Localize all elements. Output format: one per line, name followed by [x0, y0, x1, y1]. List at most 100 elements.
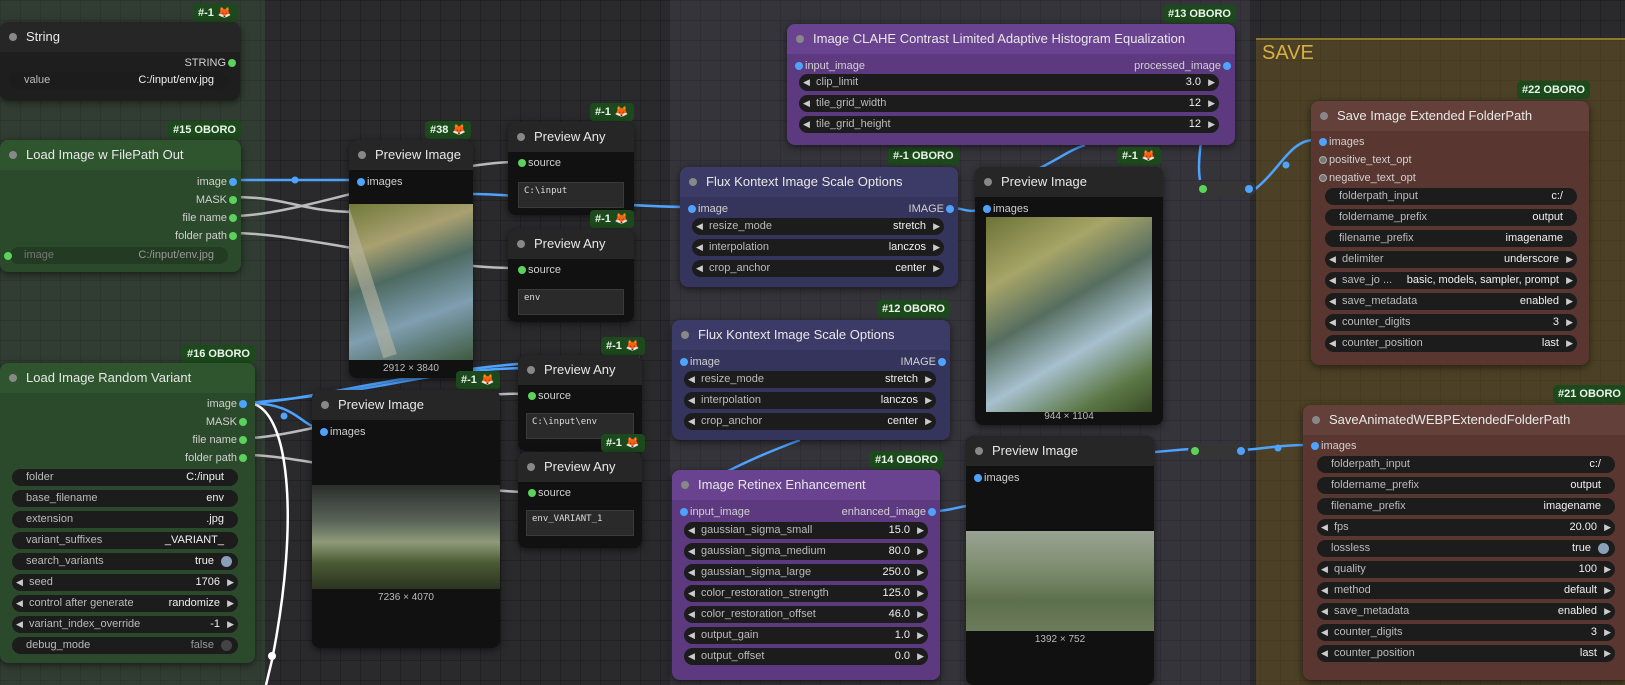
widget-interpolation[interactable]: ◀ interpolation lanczos ▶	[684, 392, 936, 409]
widget-save-metadata[interactable]: ◀ save_metadata enabled ▶	[1325, 293, 1577, 310]
widget-resize-mode[interactable]: ◀ resize_mode stretch ▶	[692, 218, 944, 235]
widget-save-metadata[interactable]: ◀ save_metadata enabled ▶	[1317, 603, 1615, 620]
output-image[interactable]: IMAGE	[856, 353, 946, 371]
output-string[interactable]: STRING	[146, 54, 236, 72]
preview-text-area[interactable]: env	[518, 289, 624, 315]
preview-image-node[interactable]: Preview Image images 944 × 1104	[975, 167, 1163, 425]
widget-counter-digits[interactable]: ◀ counter_digits 3 ▶	[1317, 624, 1615, 641]
widget-base-filename[interactable]: base_filename env	[12, 490, 238, 507]
widget-control-after-generate[interactable]: ◀ control after generate randomize ▶	[12, 595, 238, 612]
output-file-name[interactable]: file name	[137, 209, 237, 227]
widget-save-job-data[interactable]: ◀ save_jo ... basic, models, sampler, prom…	[1325, 272, 1577, 289]
preview-any-node[interactable]: Preview Any source env_VARIANT_1	[518, 452, 642, 548]
preview-image-node[interactable]: Preview Image images 1392 × 752	[966, 436, 1154, 685]
preview-image-node[interactable]: Preview Image images 7236 × 4070	[312, 390, 500, 648]
widget-crop-anchor[interactable]: ◀ crop_anchor center ▶	[692, 260, 944, 277]
widget-color-restoration-offset[interactable]: ◀ color_restoration_offset 46.0 ▶	[684, 606, 928, 623]
retinex-enhancement-node[interactable]: Image Retinex Enhancement input_image en…	[672, 470, 940, 680]
clahe-node[interactable]: Image CLAHE Contrast Limited Adaptive Hi…	[787, 24, 1235, 145]
preview-any-node[interactable]: Preview Any source C:\input	[508, 122, 634, 215]
toggle-lossless[interactable]: lossless true	[1317, 540, 1615, 557]
collapse-dot-icon[interactable]	[9, 33, 17, 41]
widget-resize-mode[interactable]: ◀ resize_mode stretch ▶	[684, 371, 936, 388]
decrement-arrow-icon[interactable]: ◀	[16, 574, 23, 591]
widget-folderpath-input[interactable]: folderpath_input c:/	[1317, 456, 1615, 473]
toggle-search-variants[interactable]: search_variants true	[12, 553, 238, 570]
widget-filename-prefix[interactable]: filename_prefix imagename	[1317, 498, 1615, 515]
output-mask[interactable]: MASK	[137, 191, 237, 209]
input-images[interactable]: images	[974, 469, 1019, 487]
increment-arrow-icon[interactable]: ▶	[227, 574, 234, 591]
input-image[interactable]: image	[688, 200, 728, 218]
toggle-debug-mode[interactable]: debug_mode false	[12, 637, 238, 654]
load-image-filepath-node[interactable]: Load Image w FilePath Out image MASK fil…	[0, 140, 241, 272]
widget-foldername-prefix[interactable]: foldername_prefix output	[1317, 477, 1615, 494]
widget-variant-index-override[interactable]: ◀ variant_index_override -1 ▶	[12, 616, 238, 633]
widget-value[interactable]: value C:/input/env.jpg	[10, 72, 228, 89]
widget-output-gain[interactable]: ◀ output_gain 1.0 ▶	[684, 627, 928, 644]
preview-image-node[interactable]: Preview Image images 2912 × 3840	[349, 140, 473, 378]
preview-any-node[interactable]: Preview Any source env	[508, 229, 634, 322]
input-images[interactable]: images	[357, 173, 402, 191]
input-image[interactable]: input_image	[795, 57, 865, 75]
widget-extension[interactable]: extension .jpg	[12, 511, 238, 528]
image-dimensions: 2912 × 3840	[383, 363, 439, 374]
input-negative-text[interactable]: negative_text_opt	[1319, 169, 1416, 187]
input-images[interactable]: images	[320, 423, 365, 441]
widget-tile-grid-width[interactable]: ◀ tile_grid_width 12 ▶	[799, 95, 1219, 112]
widget-tile-grid-height[interactable]: ◀ tile_grid_height 12 ▶	[799, 116, 1219, 133]
widget-gaussian-sigma-medium[interactable]: ◀ gaussian_sigma_medium 80.0 ▶	[684, 543, 928, 560]
input-source[interactable]: source	[528, 387, 571, 405]
save-animated-webp-node[interactable]: SaveAnimatedWEBPExtendedFolderPath image…	[1303, 405, 1625, 680]
input-images[interactable]: images	[983, 200, 1028, 218]
flux-kontext-scale-node[interactable]: Flux Kontext Image Scale Options image I…	[672, 320, 950, 440]
output-folder-path[interactable]: folder path	[147, 449, 247, 467]
input-image[interactable]: input_image	[680, 503, 750, 521]
widget-foldername-prefix[interactable]: foldername_prefix output	[1325, 209, 1577, 226]
widget-filename-prefix[interactable]: filename_prefix imagename	[1325, 230, 1577, 247]
widget-seed[interactable]: ◀ seed 1706 ▶	[12, 574, 238, 591]
string-node[interactable]: String STRING value C:/input/env.jpg	[0, 22, 240, 100]
flux-kontext-scale-node[interactable]: Flux Kontext Image Scale Options image I…	[680, 167, 958, 287]
output-processed-image[interactable]: processed_image	[1101, 57, 1231, 75]
input-images[interactable]: images	[1311, 437, 1356, 455]
widget-gaussian-sigma-large[interactable]: ◀ gaussian_sigma_large 250.0 ▶	[684, 564, 928, 581]
output-folder-path[interactable]: folder path	[137, 227, 237, 245]
widget-method[interactable]: ◀ method default ▶	[1317, 582, 1615, 599]
widget-counter-position[interactable]: ◀ counter_position last ▶	[1325, 335, 1577, 352]
widget-output-offset[interactable]: ◀ output_offset 0.0 ▶	[684, 648, 928, 665]
widget-fps[interactable]: ◀ fps 20.00 ▶	[1317, 519, 1615, 536]
preview-text-area[interactable]: env_VARIANT_1	[526, 510, 634, 536]
save-image-extended-node[interactable]: Save Image Extended FolderPath images po…	[1311, 101, 1589, 365]
widget-variant-suffixes[interactable]: variant_suffixes _VARIANT_	[12, 532, 238, 549]
node-graph-canvas[interactable]: SAVE #-1 🦊 String STRING value C:/input/en…	[0, 0, 1625, 685]
widget-counter-position[interactable]: ◀ counter_position last ▶	[1317, 645, 1615, 662]
input-positive-text[interactable]: positive_text_opt	[1319, 151, 1412, 169]
widget-color-restoration-strength[interactable]: ◀ color_restoration_strength 125.0 ▶	[684, 585, 928, 602]
output-mask[interactable]: MASK	[147, 413, 247, 431]
widget-folderpath-input[interactable]: folderpath_input c:/	[1325, 188, 1577, 205]
output-image[interactable]: image	[147, 395, 247, 413]
input-images[interactable]: images	[1319, 133, 1364, 151]
load-image-random-variant-node[interactable]: Load Image Random Variant image MASK fil…	[0, 363, 255, 663]
widget-image[interactable]: image C:/input/env.jpg	[10, 247, 228, 264]
input-image[interactable]: image	[680, 353, 720, 371]
input-source[interactable]: source	[518, 261, 561, 279]
widget-gaussian-sigma-small[interactable]: ◀ gaussian_sigma_small 15.0 ▶	[684, 522, 928, 539]
preview-text-area[interactable]: C:\input	[518, 182, 624, 208]
widget-folder[interactable]: folder C:/input	[12, 469, 238, 486]
output-file-name[interactable]: file name	[147, 431, 247, 449]
widget-quality[interactable]: ◀ quality 100 ▶	[1317, 561, 1615, 578]
widget-counter-digits[interactable]: ◀ counter_digits 3 ▶	[1325, 314, 1577, 331]
output-image[interactable]: IMAGE	[864, 200, 954, 218]
input-source[interactable]: source	[528, 484, 571, 502]
output-enhanced-image[interactable]: enhanced_image	[816, 503, 936, 521]
widget-crop-anchor[interactable]: ◀ crop_anchor center ▶	[684, 413, 936, 430]
reroute-node[interactable]	[1196, 182, 1256, 196]
widget-clip-limit[interactable]: ◀ clip_limit 3.0 ▶	[799, 74, 1219, 91]
output-image[interactable]: image	[137, 173, 237, 191]
input-source[interactable]: source	[518, 154, 561, 172]
reroute-node[interactable]	[1188, 444, 1248, 458]
widget-interpolation[interactable]: ◀ interpolation lanczos ▶	[692, 239, 944, 256]
widget-delimiter[interactable]: ◀ delimiter underscore ▶	[1325, 251, 1577, 268]
